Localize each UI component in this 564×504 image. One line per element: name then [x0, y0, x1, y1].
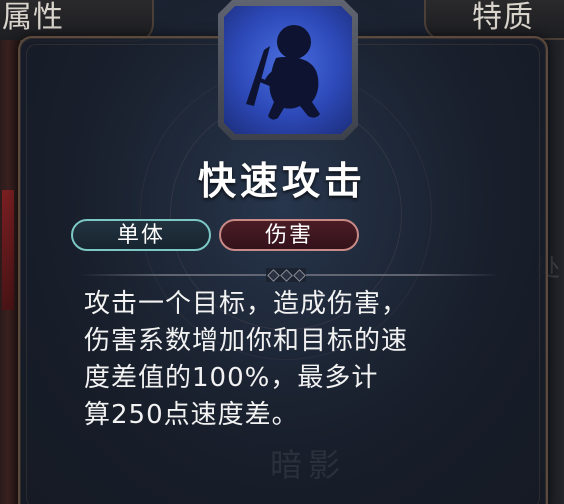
background-red-accent — [2, 190, 14, 310]
traits-tab[interactable]: 特质 — [424, 0, 564, 40]
skill-icon-frame — [218, 0, 358, 140]
assassin-dagger-icon — [246, 25, 320, 120]
target-type-tag: 单体 — [71, 219, 211, 251]
game-screen: 属性 特质 处 快速攻击 单体 伤害 攻击一个目标，造成伤害， 伤害系数增加你和… — [0, 0, 564, 504]
background-faint-text: 暗影 — [270, 446, 347, 484]
background-left-strip — [0, 40, 20, 504]
diamond-icon — [292, 268, 306, 282]
divider-ornament — [266, 268, 306, 282]
skill-title: 快速攻击 — [197, 159, 366, 203]
effect-type-tag: 伤害 — [219, 219, 359, 251]
skill-description: 攻击一个目标，造成伤害， 伤害系数增加你和目标的速 度差值的100%，最多计 算… — [84, 289, 409, 430]
skill-icon-background — [224, 6, 352, 134]
diamond-icon — [266, 268, 280, 282]
diamond-icon — [279, 268, 293, 282]
